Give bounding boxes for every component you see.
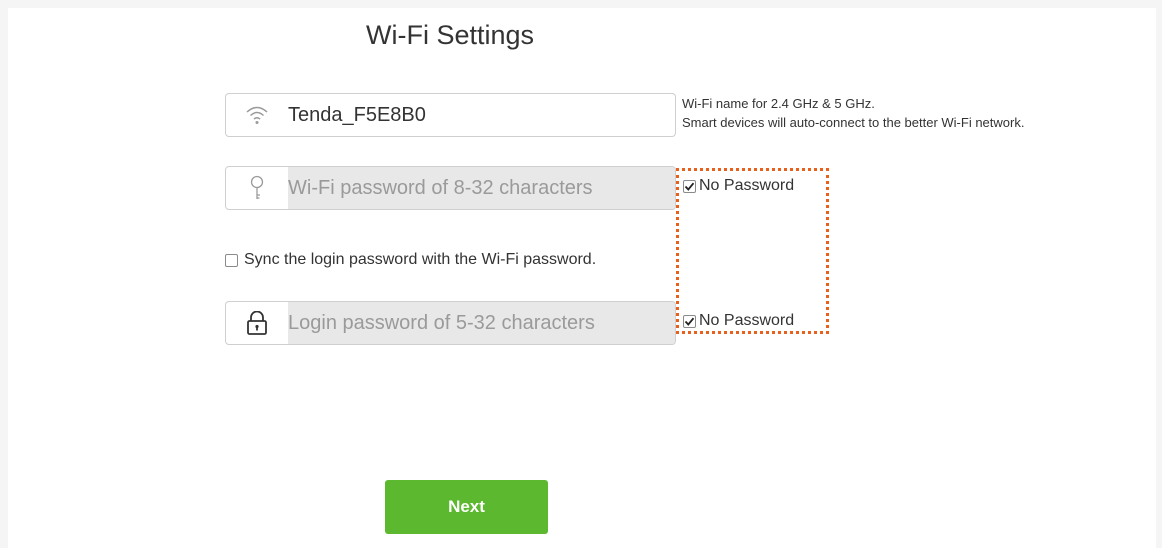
setup-card bbox=[8, 8, 1156, 548]
no-password-highlight-box bbox=[676, 168, 829, 334]
sync-password-label: Sync the login password with the Wi-Fi p… bbox=[244, 251, 597, 268]
wifi-icon bbox=[226, 94, 288, 136]
wifi-name-value: Tenda_F5E8B0 bbox=[288, 103, 426, 126]
wifi-password-placeholder: Wi-Fi password of 8-32 characters bbox=[288, 176, 593, 199]
wifi-name-field[interactable]: Tenda_F5E8B0 bbox=[225, 93, 676, 137]
page-title: Wi-Fi Settings bbox=[366, 20, 535, 50]
login-password-input[interactable]: Login password of 5-32 characters bbox=[288, 302, 675, 344]
wifi-password-input[interactable]: Wi-Fi password of 8-32 characters bbox=[288, 167, 675, 209]
next-button[interactable]: Next bbox=[385, 480, 548, 534]
sync-password-checkbox[interactable] bbox=[225, 253, 238, 267]
login-password-placeholder: Login password of 5-32 characters bbox=[288, 311, 595, 334]
sync-password-option[interactable]: Sync the login password with the Wi-Fi p… bbox=[225, 251, 596, 269]
key-icon bbox=[226, 167, 288, 209]
wifi-name-hint-line1: Wi-Fi name for 2.4 GHz & 5 GHz. bbox=[682, 96, 875, 111]
wifi-name-input[interactable]: Tenda_F5E8B0 bbox=[288, 94, 675, 136]
lock-icon bbox=[226, 302, 288, 344]
login-password-field[interactable]: Login password of 5-32 characters bbox=[225, 301, 676, 345]
wifi-name-hint-line2: Smart devices will auto-connect to the b… bbox=[682, 115, 1025, 130]
wifi-password-field[interactable]: Wi-Fi password of 8-32 characters bbox=[225, 166, 676, 210]
wifi-name-hint: Wi-Fi name for 2.4 GHz & 5 GHz. Smart de… bbox=[682, 94, 1024, 132]
